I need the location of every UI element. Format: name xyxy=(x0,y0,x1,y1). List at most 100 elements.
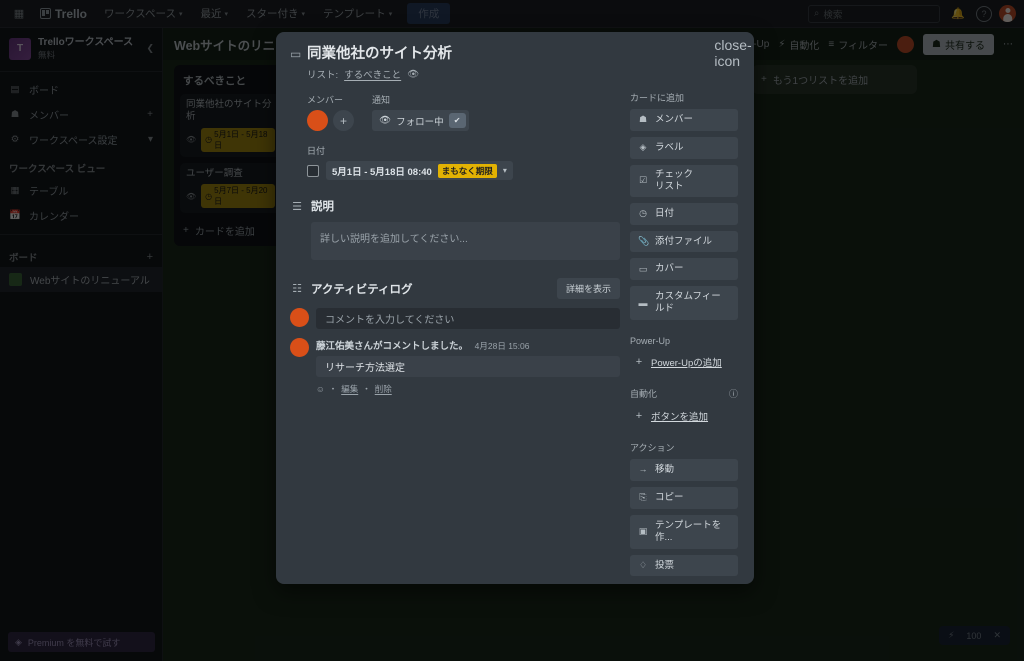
description-title: 説明 xyxy=(311,201,334,214)
members-label: メンバー xyxy=(307,95,344,106)
button-label: カバー xyxy=(655,263,684,275)
add-date-button[interactable]: ◷ 日付 xyxy=(630,202,738,225)
notify-field: 通知 👁 フォロー中 ✔ xyxy=(372,93,469,132)
checklist-icon: ☑ xyxy=(638,175,648,186)
make-template-button[interactable]: ▣ テンプレートを作... xyxy=(630,514,738,549)
label-icon: ◈ xyxy=(639,142,647,153)
button-label: 投票 xyxy=(655,559,675,571)
comment-actions: ☺ ・ 編集 ・ 削除 xyxy=(316,383,620,395)
action-separator: ・ xyxy=(328,384,338,395)
modal-header-text: 同業他社のサイト分析 リスト: するべきこと 👁 xyxy=(307,45,452,81)
comment-timestamp: 4月28日 15:06 xyxy=(474,341,530,352)
copy-card-button[interactable]: ⎘ コピー xyxy=(630,486,738,509)
button-label: テンプレートを作... xyxy=(655,519,722,543)
due-soon-badge: まもなく期限 xyxy=(437,163,497,178)
activity-section-header: ☷ アクティビティログ 詳細を表示 xyxy=(290,278,620,300)
info-icon[interactable]: ⓘ xyxy=(729,387,738,400)
add-button-button[interactable]: + ボタンを追加 xyxy=(630,405,738,427)
arrow-right-icon: → xyxy=(638,464,648,475)
button-label: 移動 xyxy=(655,464,675,475)
activity-title: アクティビティログ xyxy=(311,283,413,296)
modal-header: ▭ 同業他社のサイト分析 リスト: するべきこと 👁 xyxy=(276,32,754,85)
cover-icon: ▭ xyxy=(638,263,648,274)
attachment-icon: 📎 xyxy=(638,235,650,246)
comment-compose-row: コメントを入力してください xyxy=(290,308,620,330)
add-members-button[interactable]: ☗ メンバー xyxy=(630,109,738,131)
card-detail-modal: close-icon ▭ 同業他社のサイト分析 リスト: するべきこと 👁 メン… xyxy=(276,32,754,584)
avatar xyxy=(290,308,309,328)
automation-heading-label: 自動化 xyxy=(630,389,658,399)
watch-label: フォロー中 xyxy=(396,116,444,128)
comment-item: 藤江佑美さんがコメントしました。 4月28日 15:06 リサーチ方法選定 ☺ … xyxy=(290,338,620,395)
card-icon: ▭ xyxy=(290,47,302,61)
move-card-button[interactable]: → 移動 xyxy=(630,459,738,481)
members-field: メンバー + xyxy=(307,93,354,132)
add-custom-field-button[interactable]: ▬ カスタムフィールド xyxy=(630,286,738,320)
custom-field-icon: ▬ xyxy=(638,297,648,308)
date-pill[interactable]: 5月1日 - 5月18日 08:40 まもなく期限 ▾ xyxy=(326,161,513,181)
card-title: 同業他社のサイト分析 xyxy=(307,46,452,62)
description-icon: ☰ xyxy=(292,200,302,213)
members-notify-row: メンバー + 通知 👁 フォロー中 ✔ xyxy=(290,93,620,132)
description-input[interactable]: 詳しい説明を追加してください... xyxy=(311,222,620,261)
comment-edit-link[interactable]: 編集 xyxy=(341,383,358,395)
button-label: Power-Upの追加 xyxy=(651,358,722,369)
date-complete-checkbox[interactable] xyxy=(307,164,319,177)
comment-text[interactable]: リサーチ方法選定 xyxy=(316,356,620,378)
template-icon: ▣ xyxy=(638,526,648,536)
card-list-breadcrumb: リスト: するべきこと 👁 xyxy=(307,67,452,82)
comment-input[interactable]: コメントを入力してください xyxy=(316,308,620,330)
copy-icon: ⎘ xyxy=(639,492,647,503)
add-labels-button[interactable]: ◈ ラベル xyxy=(630,137,738,159)
emoji-icon[interactable]: ☺ xyxy=(316,384,325,394)
modal-body: メンバー + 通知 👁 フォロー中 ✔ 日付 5月1日 - 5月18日 08:4… xyxy=(276,85,754,584)
button-label: 日付 xyxy=(655,207,675,219)
chevron-down-icon: ▾ xyxy=(502,166,507,176)
list-link[interactable]: するべきこと xyxy=(344,67,401,81)
avatar xyxy=(290,338,309,358)
add-checklist-button[interactable]: ☑ チェック リスト xyxy=(630,164,738,197)
clock-icon: ◷ xyxy=(639,207,647,218)
modal-main-column: メンバー + 通知 👁 フォロー中 ✔ 日付 5月1日 - 5月18日 08:4… xyxy=(290,89,620,584)
date-row: 5月1日 - 5月18日 08:40 まもなく期限 ▾ xyxy=(290,161,620,181)
add-attachment-button[interactable]: 📎 添付ファイル xyxy=(630,230,738,253)
vote-icon: ♢ xyxy=(638,559,648,570)
add-powerup-button[interactable]: + Power-Upの追加 xyxy=(630,351,738,373)
check-icon: ✔ xyxy=(448,113,466,129)
action-separator: ・ xyxy=(362,384,371,395)
comment-delete-link[interactable]: 削除 xyxy=(375,383,392,395)
date-field: 日付 xyxy=(290,144,620,157)
comment-body-block: 藤江佑美さんがコメントしました。 4月28日 15:06 リサーチ方法選定 ☺ … xyxy=(316,338,620,395)
date-label: 日付 xyxy=(307,146,326,157)
trello-app: ▦ Trello ワークスペース ▾ 最近 ▾ スター付き ▾ テンプレート ▾… xyxy=(0,0,1024,661)
add-member-button[interactable]: + xyxy=(333,110,354,132)
automation-heading: 自動化 ⓘ xyxy=(630,387,738,400)
description-section-header: ☰ 説明 xyxy=(290,198,620,214)
list-prefix: リスト: xyxy=(307,70,339,82)
button-label: コピー xyxy=(655,491,684,503)
eye-icon[interactable]: 👁 xyxy=(407,69,419,80)
close-icon[interactable]: close-icon xyxy=(714,37,751,69)
comment-meta: 藤江佑美さんがコメントしました。 4月28日 15:06 xyxy=(316,338,620,352)
member-icon: ☗ xyxy=(638,114,648,125)
member-avatar[interactable] xyxy=(307,110,328,132)
vote-button[interactable]: ♢ 投票 xyxy=(630,554,738,577)
button-label: ラベル xyxy=(655,142,684,153)
button-label: 添付ファイル xyxy=(655,235,713,247)
comment-author: 藤江佑美さんがコメントしました。 xyxy=(316,341,469,353)
notify-label: 通知 xyxy=(372,95,391,106)
show-details-button[interactable]: 詳細を表示 xyxy=(556,278,620,300)
button-label: メンバー xyxy=(655,114,694,126)
activity-icon: ☷ xyxy=(292,283,302,296)
watch-button[interactable]: 👁 フォロー中 ✔ xyxy=(372,110,469,132)
button-label: ボタンを追加 xyxy=(651,412,709,423)
powerup-heading: Power-Up xyxy=(630,336,671,346)
add-cover-button[interactable]: ▭ カバー xyxy=(630,258,738,281)
add-to-card-heading: カードに追加 xyxy=(630,93,685,104)
members-list: + xyxy=(307,110,354,132)
button-label: チェック リスト xyxy=(655,168,694,192)
modal-sidebar: カードに追加 ☗ メンバー ◈ ラベル ☑ チェック リスト ◷ 日付 📎 添付… xyxy=(630,89,738,584)
plus-icon: + xyxy=(635,356,643,368)
date-value: 5月1日 - 5月18日 08:40 xyxy=(332,166,432,178)
plus-icon: + xyxy=(635,410,643,422)
